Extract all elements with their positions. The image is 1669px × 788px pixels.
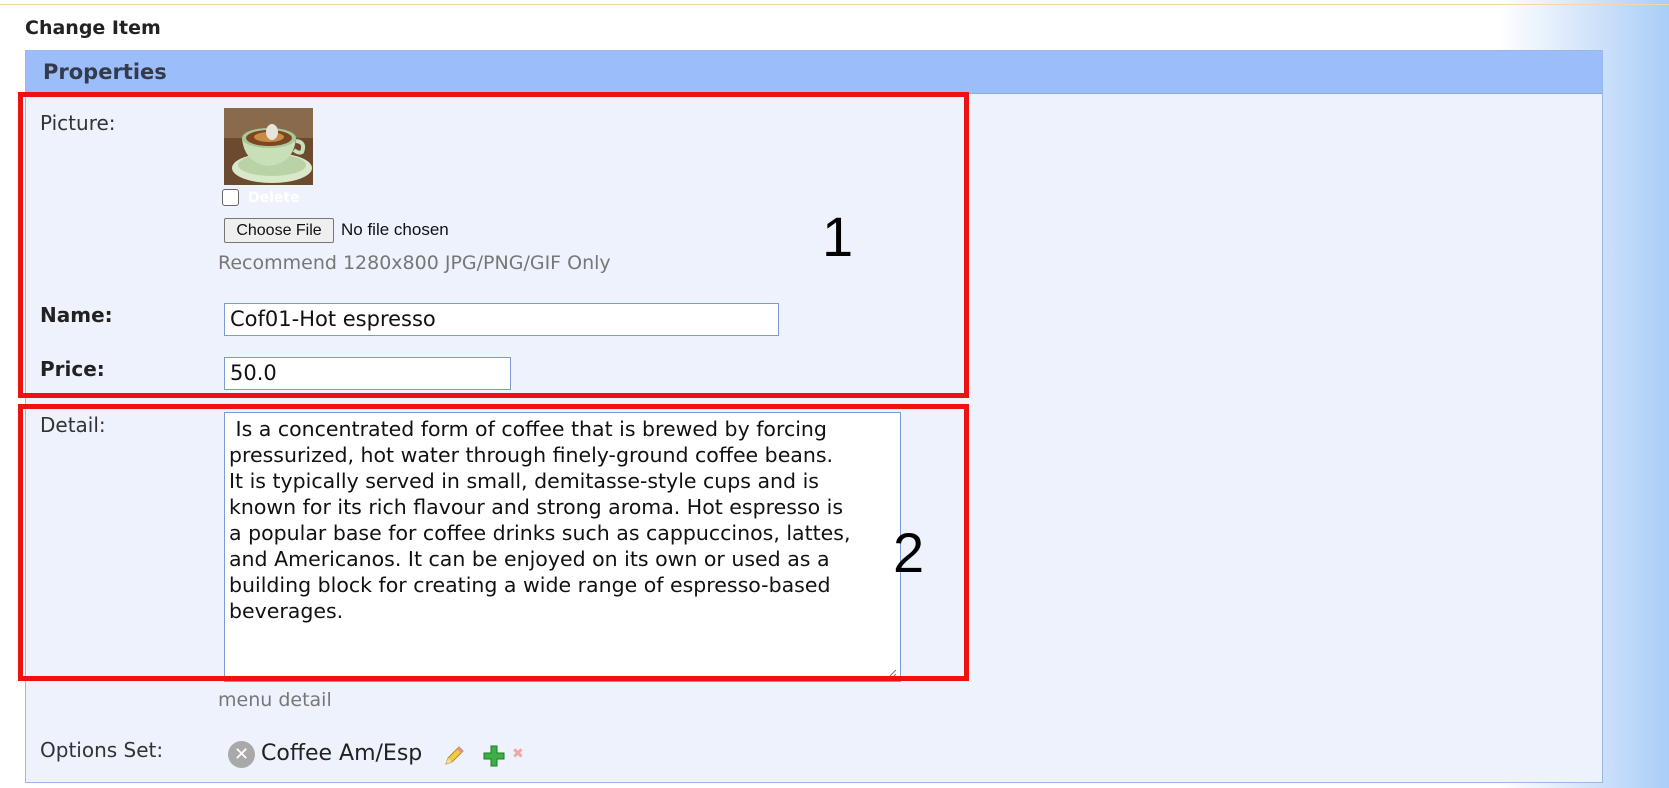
top-divider [0,4,1669,5]
small-x-icon[interactable]: ✖ [512,746,524,762]
option-set-name: Coffee Am/Esp [261,741,423,766]
options-set-label: Options Set: [40,738,164,762]
pencil-icon[interactable] [442,744,466,768]
annotation-number-1: 1 [822,205,854,268]
detail-hint: menu detail [218,689,332,711]
annotation-number-2: 2 [893,521,925,584]
panel-header: Properties [26,51,1602,94]
page-title: Change Item [25,17,161,39]
x-circle-icon[interactable]: ✕ [228,741,255,768]
plus-icon[interactable] [482,744,506,768]
annotation-box-2 [18,404,969,681]
